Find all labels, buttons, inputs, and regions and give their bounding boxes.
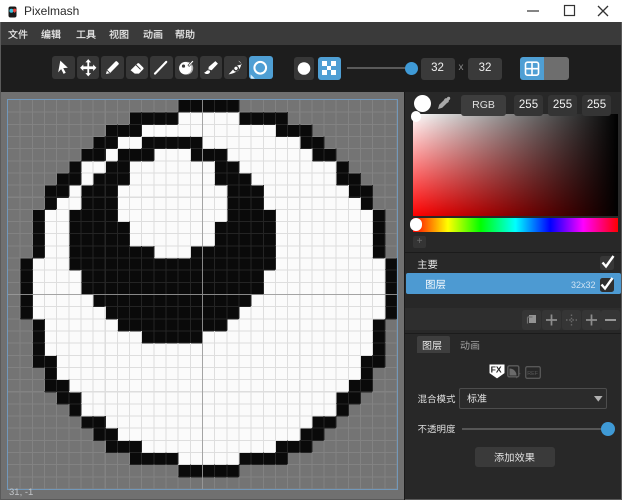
svg-text:REF: REF (527, 371, 538, 377)
svg-text:FX: FX (491, 365, 502, 375)
